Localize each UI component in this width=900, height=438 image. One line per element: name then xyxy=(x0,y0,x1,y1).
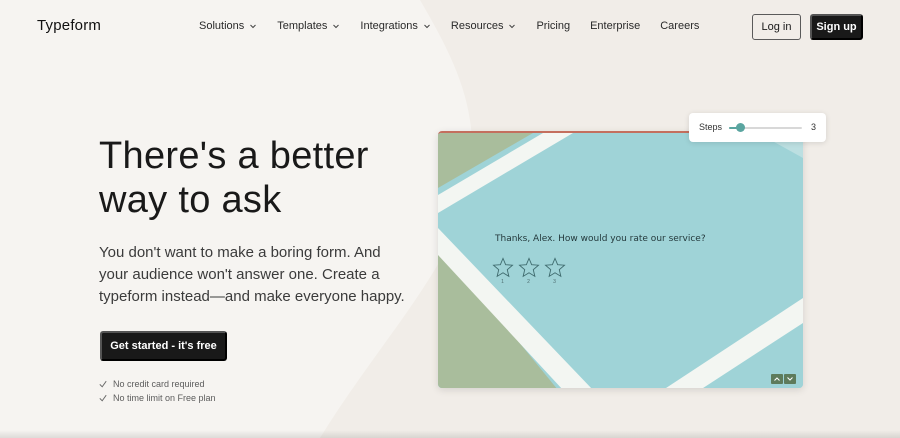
nav-item-resources[interactable]: Resources xyxy=(451,20,517,32)
chevron-up-icon[interactable] xyxy=(771,374,783,384)
form-preview: Thanks, Alex. How would you rate our ser… xyxy=(438,131,803,388)
typeform-logo[interactable]: Typeform xyxy=(37,17,101,34)
chevron-down-icon xyxy=(250,24,257,29)
rating-star-option[interactable]: 3 xyxy=(543,257,566,285)
form-navigation xyxy=(771,374,796,384)
site-header: Typeform Solutions Templates Integrations R… xyxy=(0,0,900,54)
perks-list: No credit card required No time limit on… xyxy=(99,377,216,405)
steps-value: 3 xyxy=(811,122,817,132)
chevron-down-icon xyxy=(509,24,516,29)
signup-button[interactable]: Sign up xyxy=(810,14,863,40)
star-number: 1 xyxy=(501,279,504,285)
nav-item-templates[interactable]: Templates xyxy=(277,20,340,32)
nav-item-label: Careers xyxy=(660,20,700,32)
steps-widget: Steps 3 xyxy=(689,113,826,142)
hero-headline: There's a better way to ask xyxy=(99,135,369,221)
star-icon xyxy=(517,257,540,278)
nav-item-enterprise[interactable]: Enterprise xyxy=(590,20,640,32)
check-icon xyxy=(99,394,107,402)
main-nav: Solutions Templates Integrations Resources P… xyxy=(199,20,719,32)
perk-label: No time limit on Free plan xyxy=(113,393,216,403)
nav-item-label: Solutions xyxy=(199,20,245,32)
steps-label: Steps xyxy=(699,122,723,132)
nav-item-label: Resources xyxy=(450,20,504,32)
nav-item-label: Pricing xyxy=(536,20,571,32)
nav-item-solutions[interactable]: Solutions xyxy=(199,20,257,32)
nav-item-careers[interactable]: Careers xyxy=(660,20,699,32)
nav-item-label: Integrations xyxy=(360,20,418,32)
rating-star-option[interactable]: 2 xyxy=(517,257,540,285)
form-question: Thanks, Alex. How would you rate our ser… xyxy=(495,234,706,244)
perk-label: No credit card required xyxy=(113,379,205,389)
star-icon xyxy=(543,257,566,278)
star-number: 3 xyxy=(553,279,556,285)
check-icon xyxy=(99,380,107,388)
hero-subtext: You don't want to make a boring form. An… xyxy=(99,244,405,305)
nav-item-label: Enterprise xyxy=(590,20,641,32)
bottom-fade xyxy=(0,430,900,438)
star-number: 2 xyxy=(527,279,530,285)
steps-slider-thumb[interactable] xyxy=(735,123,745,132)
chevron-down-icon xyxy=(333,24,340,29)
login-button[interactable]: Log in xyxy=(752,14,801,40)
perk-item: No credit card required xyxy=(99,377,216,391)
chevron-down-icon xyxy=(424,24,430,29)
nav-item-integrations[interactable]: Integrations xyxy=(360,20,430,32)
chevron-down-icon[interactable] xyxy=(784,374,796,384)
star-icon xyxy=(491,257,514,278)
rating-star-option[interactable]: 1 xyxy=(491,257,514,285)
rating-stars: 1 2 3 xyxy=(491,257,566,285)
perk-item: No time limit on Free plan xyxy=(99,391,216,405)
nav-item-label: Templates xyxy=(277,20,328,32)
nav-item-pricing[interactable]: Pricing xyxy=(536,20,570,32)
get-started-button[interactable]: Get started - it's free xyxy=(100,331,227,361)
